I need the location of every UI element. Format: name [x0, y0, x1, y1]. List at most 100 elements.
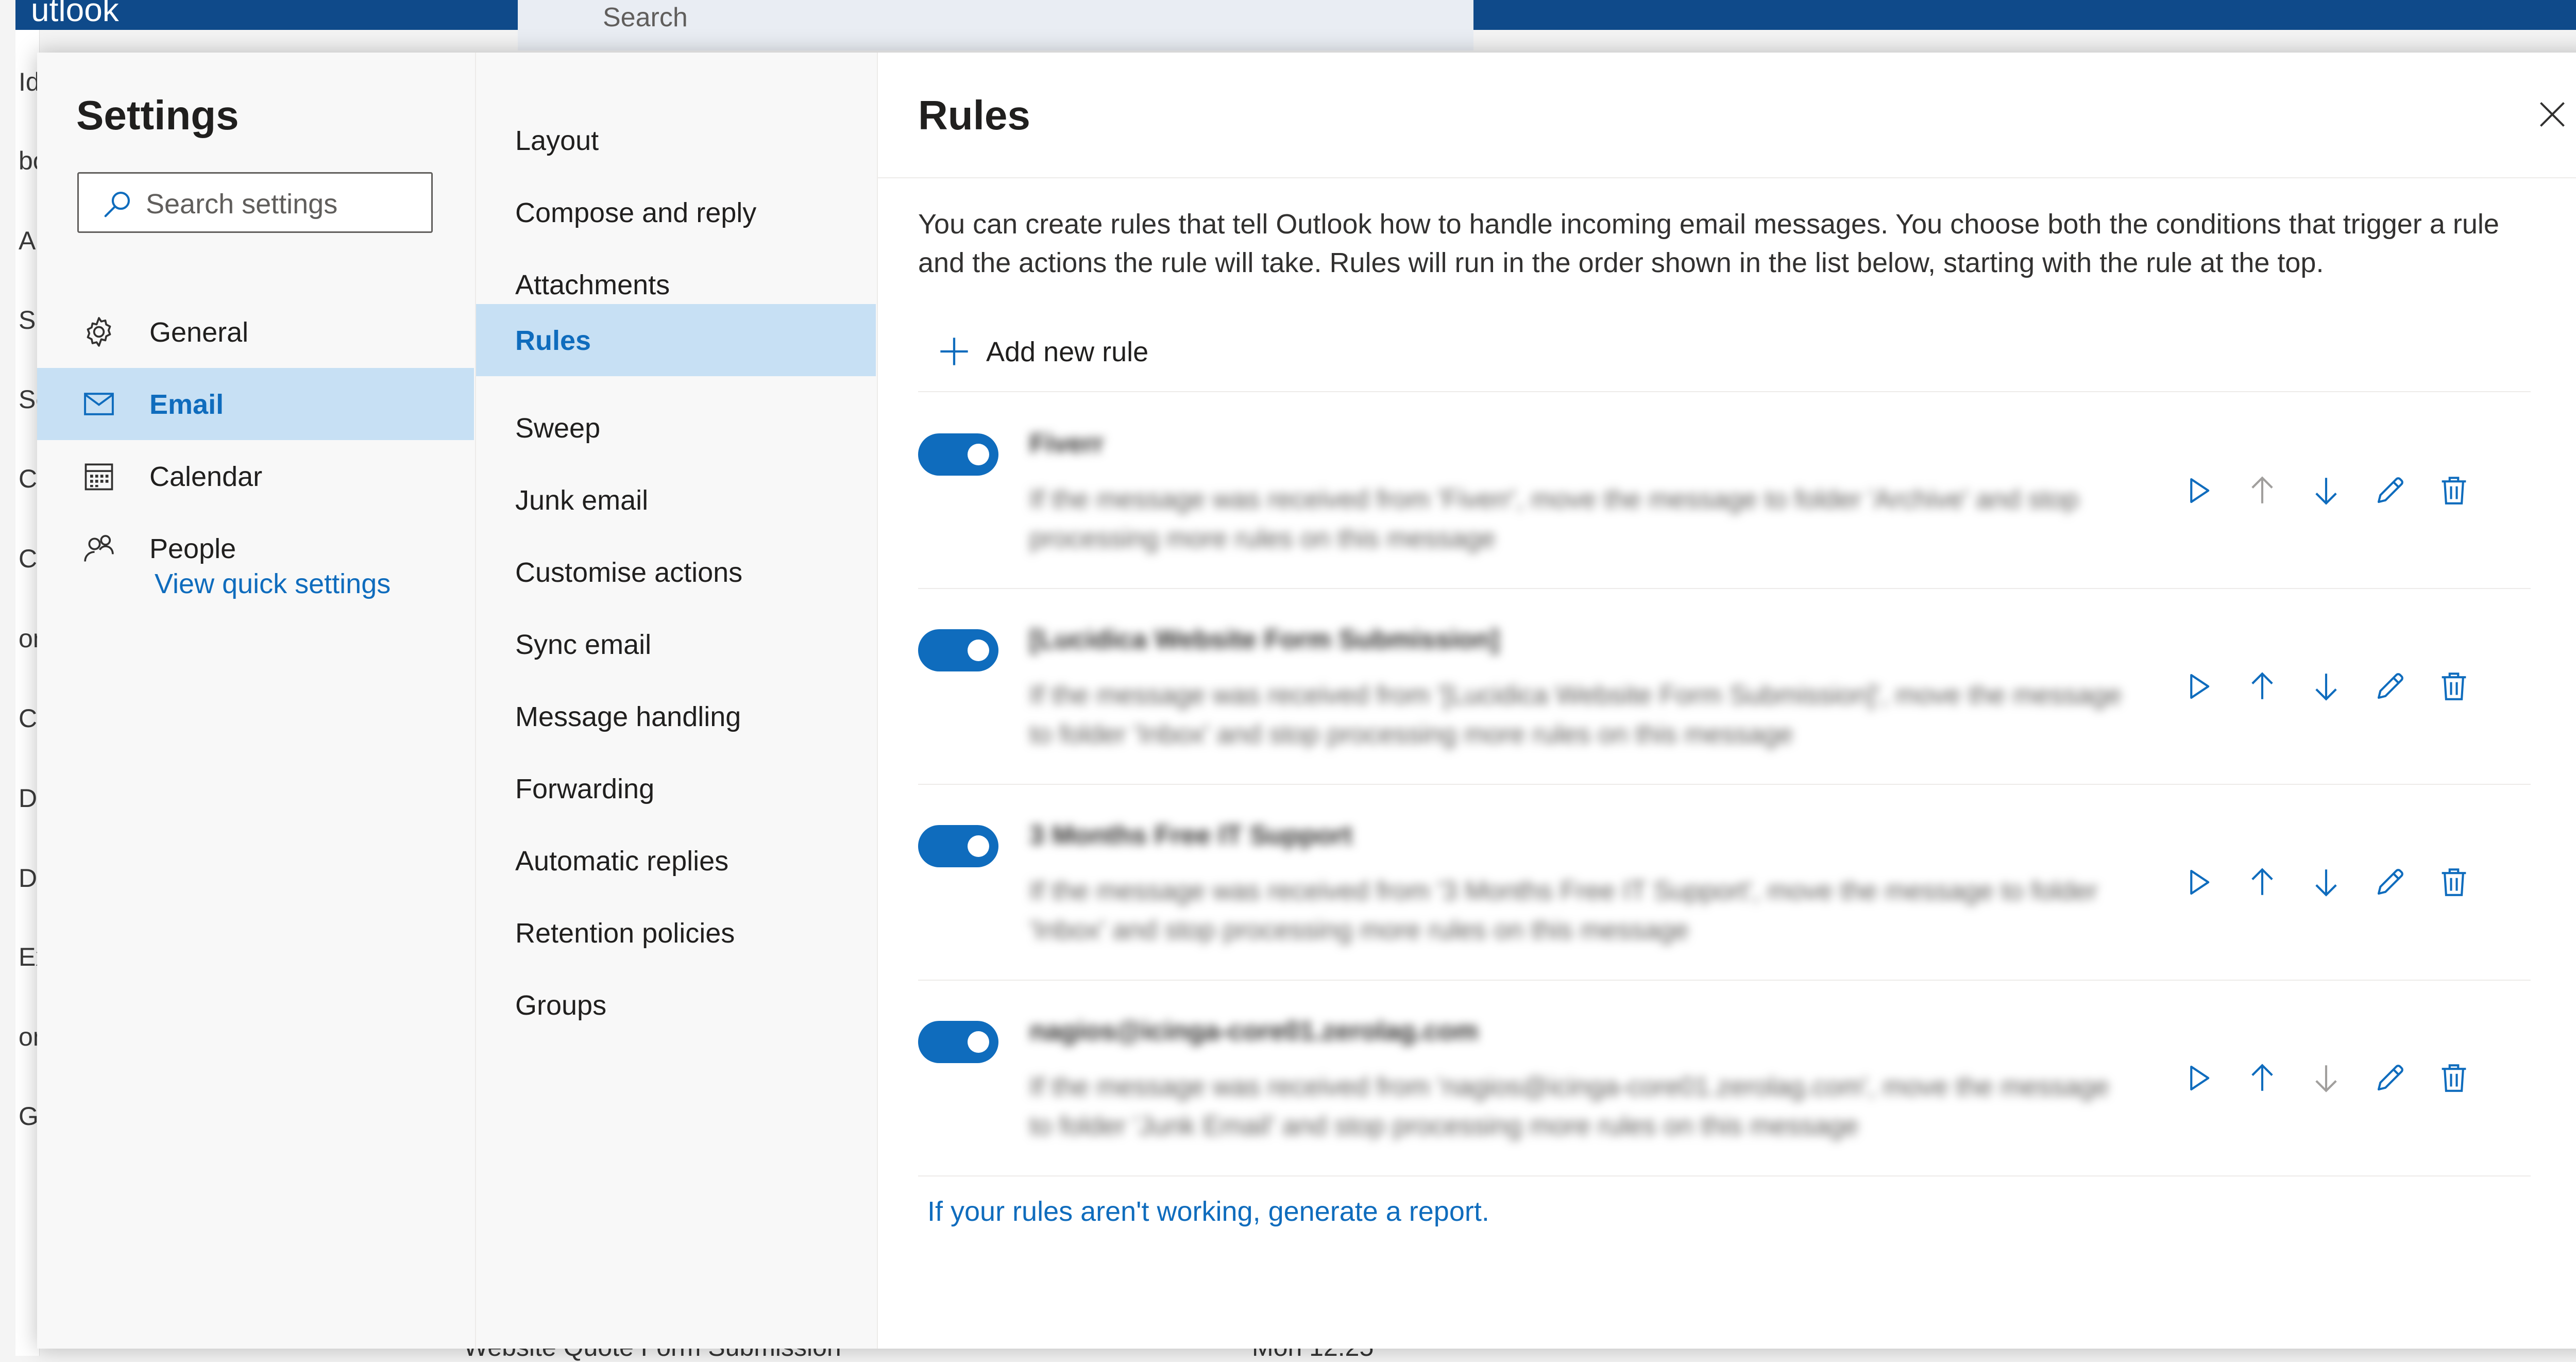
play-icon [2190, 478, 2210, 503]
edit-rule-button[interactable] [2373, 474, 2407, 508]
subnav-customise-actions[interactable]: Customise actions [476, 536, 876, 608]
rule-row: [Lucidica Website Form Submission] If the… [918, 588, 2531, 785]
gear-icon [87, 317, 111, 347]
rule-description: If the message was received from '3 Mont… [1029, 876, 2098, 945]
arrow-up-icon [2251, 1064, 2273, 1091]
move-down-button[interactable] [2309, 474, 2343, 508]
move-down-button[interactable] [2309, 669, 2343, 703]
run-rule-button[interactable] [2181, 1061, 2215, 1095]
subnav-forwarding[interactable]: Forwarding [476, 752, 876, 825]
people-icon [84, 535, 114, 562]
rule-name: 3 Months Free IT Support [1029, 820, 1352, 850]
move-down-button[interactable] [2309, 865, 2343, 899]
close-icon[interactable] [2537, 99, 2568, 130]
subnav-label: Sweep [515, 413, 601, 444]
subnav-label: Groups [515, 990, 607, 1021]
generate-report-link[interactable]: If your rules aren't working, generate a… [927, 1196, 1489, 1228]
edit-rule-button[interactable] [2373, 669, 2407, 703]
edit-rule-button[interactable] [2373, 865, 2407, 899]
outlook-brand: utlook [31, 0, 119, 28]
move-down-button [2309, 1061, 2343, 1095]
rule-row: 3 Months Free IT Support If the message w… [918, 784, 2531, 981]
subnav-groups[interactable]: Groups [476, 969, 876, 1041]
rule-description: If the message was received from '[Lucid… [1029, 680, 2122, 749]
move-up-button[interactable] [2245, 1061, 2279, 1095]
category-calendar[interactable]: Calendar [37, 440, 474, 512]
outlook-search-text: Search [603, 3, 688, 32]
settings-search-box[interactable] [77, 172, 433, 233]
rule-name: Fiverr [1029, 429, 1104, 459]
subnav-junk-email[interactable]: Junk email [476, 464, 876, 536]
email-settings-pane: Layout Compose and reply Attachments Rul… [476, 53, 878, 1349]
subnav-label: Forwarding [515, 774, 655, 804]
add-new-rule-label: Add new rule [986, 337, 1149, 367]
rule-enabled-toggle[interactable] [918, 629, 998, 671]
rule-row: Fiverr If the message was received from '… [918, 392, 2531, 589]
subnav-label: Sync email [515, 629, 652, 660]
edit-rule-button[interactable] [2373, 1061, 2407, 1095]
delete-rule-button[interactable] [2437, 1061, 2471, 1095]
category-general[interactable]: General [37, 296, 474, 368]
run-rule-button[interactable] [2181, 865, 2215, 899]
subnav-label: Junk email [515, 485, 649, 516]
pencil-icon [2377, 673, 2403, 699]
trash-icon [2442, 477, 2466, 505]
subnav-retention-policies[interactable]: Retention policies [476, 897, 876, 969]
panel-divider [878, 177, 2576, 178]
category-email[interactable]: Email [37, 368, 474, 440]
arrow-down-icon [2315, 478, 2337, 505]
subnav-label: Compose and reply [515, 197, 757, 228]
category-email-label: Email [149, 389, 224, 420]
search-settings-input[interactable] [145, 184, 425, 224]
subnav-compose-and-reply[interactable]: Compose and reply [476, 176, 876, 248]
run-rule-button[interactable] [2181, 474, 2215, 508]
search-icon [104, 191, 130, 217]
rule-enabled-toggle[interactable] [918, 433, 998, 476]
rule-name: [Lucidica Website Form Submission] [1029, 625, 1500, 654]
subnav-sweep[interactable]: Sweep [476, 392, 876, 464]
arrow-up-icon [2251, 868, 2273, 895]
pencil-icon [2377, 477, 2403, 503]
subnav-rules[interactable]: Rules [476, 304, 876, 376]
rules-description: You can create rules that tell Outlook h… [918, 209, 2499, 278]
delete-rule-button[interactable] [2437, 669, 2471, 703]
subnav-label: Message handling [515, 701, 741, 732]
subnav-automatic-replies[interactable]: Automatic replies [476, 825, 876, 897]
play-icon [2190, 674, 2210, 699]
settings-title: Settings [76, 92, 239, 138]
play-icon [2190, 1065, 2210, 1091]
calendar-icon [84, 463, 113, 491]
arrow-down-icon [2315, 1065, 2337, 1092]
settings-categories-pane: Settings General Email [37, 53, 476, 1349]
subnav-label: Automatic replies [515, 846, 729, 877]
settings-dialog: Settings General Email [37, 53, 2576, 1349]
move-up-button[interactable] [2245, 865, 2279, 899]
pencil-icon [2377, 1065, 2403, 1091]
subnav-sync-email[interactable]: Sync email [476, 608, 876, 680]
arrow-down-icon [2315, 869, 2337, 897]
rule-row: nagios@icinga-core01.zerolag.com If the m… [918, 980, 2531, 1176]
category-people-label: People [149, 533, 236, 564]
subnav-label: Rules [515, 325, 591, 356]
toggle-knob [968, 835, 989, 857]
subnav-layout[interactable]: Layout [476, 104, 876, 176]
panel-title: Rules [918, 92, 1030, 138]
rule-description: If the message was received from 'nagios… [1029, 1072, 2109, 1141]
subnav-label: Retention policies [515, 918, 735, 949]
trash-icon [2442, 672, 2466, 700]
rule-enabled-toggle[interactable] [918, 825, 998, 867]
pencil-icon [2377, 869, 2403, 895]
mail-icon [84, 393, 114, 415]
delete-rule-button[interactable] [2437, 474, 2471, 508]
subnav-label: Customise actions [515, 557, 743, 588]
subnav-message-handling[interactable]: Message handling [476, 680, 876, 752]
move-up-button[interactable] [2245, 669, 2279, 703]
trash-icon [2442, 1064, 2466, 1092]
delete-rule-button[interactable] [2437, 865, 2471, 899]
view-quick-settings-link[interactable]: View quick settings [155, 568, 391, 600]
run-rule-button[interactable] [2181, 669, 2215, 703]
play-icon [2190, 869, 2210, 895]
toggle-knob [968, 444, 989, 465]
rule-enabled-toggle[interactable] [918, 1021, 998, 1063]
rule-description: If the message was received from 'Fiverr… [1029, 484, 2079, 553]
